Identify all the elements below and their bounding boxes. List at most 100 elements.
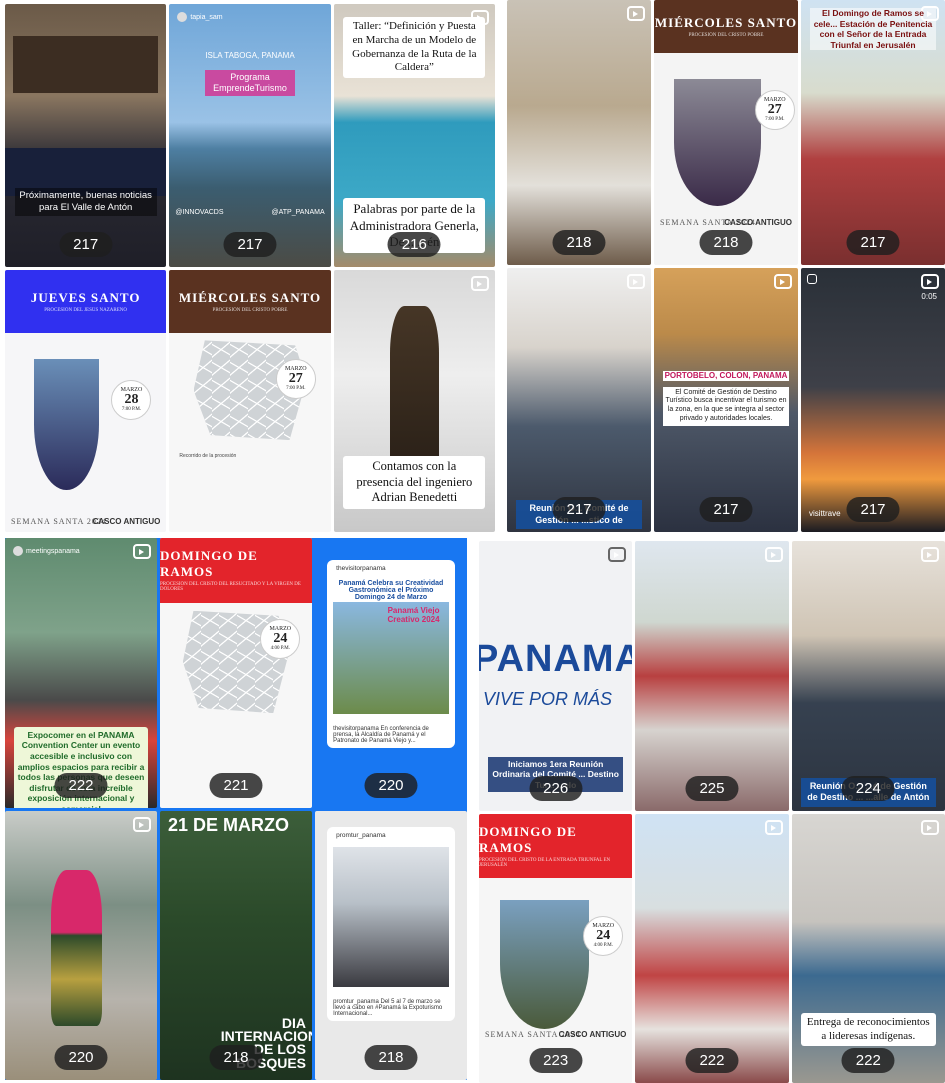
person-photo xyxy=(50,869,103,1027)
reel-tile[interactable]: 21 DE MARZO DIA INTERNACIONAL DE LOS BOS… xyxy=(160,810,312,1080)
footer-logo: CASCO ANTIGUO xyxy=(92,517,161,526)
handle-text: thevisitorpanama xyxy=(336,564,386,572)
mention-tag: @ATP_PANAMA xyxy=(271,208,325,216)
date-day: 27 xyxy=(767,102,782,118)
account-handle: visittrave xyxy=(809,509,841,518)
banner-subtitle: PROCESIÓN DEL CRISTO DEL RESUCITADO Y LA… xyxy=(160,582,301,593)
carousel-icon xyxy=(807,273,817,284)
reel-tile[interactable]: 225 xyxy=(635,541,789,811)
procession-image xyxy=(674,79,761,207)
view-count: 217 xyxy=(846,229,900,255)
view-count: 226 xyxy=(529,775,583,801)
reel-tile[interactable]: MIÉRCOLES SANTO PROCESIÓN DEL CRISTO POB… xyxy=(654,0,798,265)
reel-icon xyxy=(774,273,792,289)
reel-icon xyxy=(764,819,783,835)
tile-caption: Contamos con la presencia del ingeniero … xyxy=(343,455,486,509)
banner-subtitle: PROCESIÓN DEL JESÚS NAZARENO xyxy=(44,307,128,313)
post-card: thevisitorpanama Panamá Celebra su Creat… xyxy=(327,559,455,749)
reel-icon xyxy=(764,547,783,562)
reel-tile[interactable]: Reunión O... ...é de Gestión de Destino … xyxy=(791,541,945,811)
view-count: 218 xyxy=(699,229,753,255)
view-count: 222 xyxy=(685,1048,739,1073)
reel-icon xyxy=(627,273,645,289)
view-count: 217 xyxy=(699,497,753,522)
reel-icon xyxy=(133,816,151,832)
reel-tile[interactable]: Contamos con la presencia del ingeniero … xyxy=(333,269,495,532)
event-banner: MIÉRCOLES SANTO PROCESIÓN DEL CRISTO POB… xyxy=(169,269,331,333)
reel-tile[interactable]: Reunión O... Comité de Gestión ... ...st… xyxy=(507,267,651,532)
reel-tile[interactable]: promtur_panama promtur_panama Del 5 al 7… xyxy=(315,810,467,1080)
view-count: 223 xyxy=(529,1048,583,1073)
handle-text: meetingspanama xyxy=(26,547,80,555)
tile-caption: thevisitorpanama En conferencia de prens… xyxy=(333,726,429,745)
footer-logo: CASCO ANTIGUO xyxy=(558,1030,627,1039)
procession-image xyxy=(500,899,590,1030)
date-hour: 7:00 P.M. xyxy=(121,407,142,413)
event-banner: MIÉRCOLES SANTO PROCESIÓN DEL CRISTO POB… xyxy=(654,0,798,53)
reel-tile[interactable]: Taller: “Definición y Puesta en Marcha d… xyxy=(333,4,495,267)
reel-tile[interactable]: PORTOBELO, COLON, PANAMA El Comité de Ge… xyxy=(654,267,798,532)
view-count: 218 xyxy=(209,1045,263,1070)
banner-title: DOMINGO DE RAMOS xyxy=(479,823,577,855)
reel-tile[interactable]: Entrega de reconocimientos a lideresas i… xyxy=(791,813,945,1083)
reel-tile[interactable]: thevisitorpanama Panamá Celebra su Creat… xyxy=(315,538,467,808)
banner-title: MIÉRCOLES SANTO xyxy=(654,14,798,30)
reel-tile[interactable]: 218 xyxy=(507,0,651,265)
reel-tile[interactable]: Próximamente, buenas noticias para El Va… xyxy=(5,4,167,267)
banner-subtitle: PROCESIÓN DEL CRISTO POBRE xyxy=(212,307,288,313)
reel-tile[interactable]: DOMINGO DE RAMOS PROCESIÓN DEL CRISTO DE… xyxy=(160,538,312,808)
view-count: 217 xyxy=(223,231,277,257)
account-handle: meetingspanama xyxy=(13,546,80,556)
date-hour: 7:00 P.M. xyxy=(765,117,785,123)
reel-tile[interactable]: MIÉRCOLES SANTO PROCESIÓN DEL CRISTO POB… xyxy=(169,269,331,532)
view-count: 217 xyxy=(846,497,900,522)
reel-tile[interactable]: 0:05 visittrave 217 xyxy=(801,267,945,532)
view-count: 216 xyxy=(387,231,441,257)
reel-icon xyxy=(921,273,939,289)
reels-panel-a: Próximamente, buenas noticias para El Va… xyxy=(5,4,495,532)
reel-icon xyxy=(920,547,939,562)
handle-text: promtur_panama xyxy=(336,831,386,839)
date-badge: MARZO 24 4:00 P.M. xyxy=(260,618,301,659)
date-badge: MARZO 27 7:00 P.M. xyxy=(754,89,795,130)
footer-logo: CASCO ANTIGUO xyxy=(724,217,792,227)
reel-tile[interactable]: El Domingo de Ramos se cele... Estación … xyxy=(801,0,945,265)
video-timer: 0:05 xyxy=(921,291,937,301)
route-legend: Recorrido de la procesión xyxy=(179,453,237,460)
date-hour: 4:00 P.M. xyxy=(270,646,290,652)
view-count: 220 xyxy=(54,1045,108,1070)
post-card: promtur_panama promtur_panama Del 5 al 7… xyxy=(327,826,455,1021)
tile-caption: Entrega de reconocimientos a lideresas i… xyxy=(800,1012,936,1047)
reel-icon xyxy=(920,819,939,835)
speaker-photo xyxy=(390,306,439,464)
reel-tile[interactable]: JUEVES SANTO PROCESIÓN DEL JESÚS NAZAREN… xyxy=(5,269,167,532)
account-handle: thevisitorpanama xyxy=(333,565,386,572)
photo-wall xyxy=(13,35,159,94)
event-photo xyxy=(333,846,449,987)
reel-tile[interactable]: tapia_sam ISLA TABOGA, PANAMA Programa E… xyxy=(169,4,331,267)
procession-image xyxy=(34,358,99,490)
banner-subtitle: PROCESIÓN DEL CRISTO POBRE xyxy=(688,32,764,38)
date-day: 24 xyxy=(596,928,611,944)
reel-tile[interactable]: meetingspanama Expocomer en el PANAMA Co… xyxy=(5,538,157,808)
view-count: 220 xyxy=(364,772,418,798)
account-handle: promtur_panama xyxy=(333,832,386,839)
reel-tile[interactable]: 220 xyxy=(5,810,157,1080)
handle-text: tapia_sam xyxy=(190,13,223,21)
reel-icon xyxy=(627,6,645,21)
date-hour: 4:00 P.M. xyxy=(593,943,613,949)
view-count: 224 xyxy=(841,775,895,801)
tile-caption: El Domingo de Ramos se cele... Estación … xyxy=(809,7,937,51)
banner-title: JUEVES SANTO xyxy=(30,289,141,305)
view-count: 225 xyxy=(685,775,739,801)
program-tag: Programa EmprendeTurismo xyxy=(204,69,296,97)
date-title: 21 DE MARZO xyxy=(168,814,290,835)
event-banner: DOMINGO DE RAMOS PROCESIÓN DEL CRISTO DE… xyxy=(160,538,312,603)
reels-panel-b: 218 MIÉRCOLES SANTO PROCESIÓN DEL CRISTO… xyxy=(507,0,945,532)
reel-tile[interactable]: DOMINGO DE RAMOS PROCESIÓN DEL CRISTO DE… xyxy=(479,813,633,1083)
tile-caption: Próximamente, buenas noticias para El Va… xyxy=(14,187,157,216)
location-tag: PORTOBELO, COLON, PANAMA xyxy=(662,370,790,381)
reel-tile[interactable]: PANAMA VIVE POR MÁS Iniciamos 1era Reuni… xyxy=(479,541,633,811)
event-banner: JUEVES SANTO PROCESIÓN DEL JESÚS NAZAREN… xyxy=(5,269,167,333)
reel-tile[interactable]: 222 xyxy=(635,813,789,1083)
